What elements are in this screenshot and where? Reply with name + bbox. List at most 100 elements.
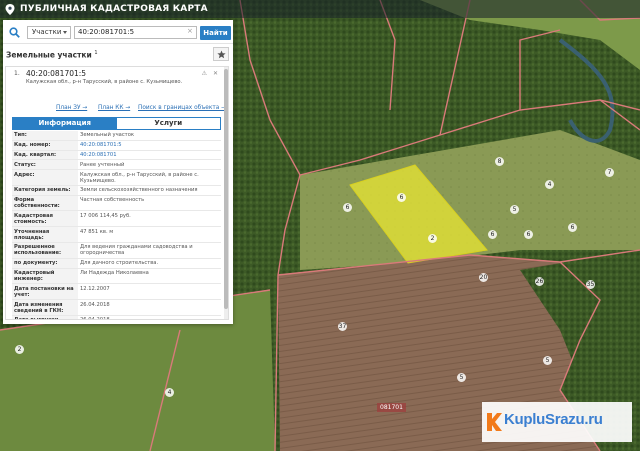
- info-value: Ли Надежда Николаевна: [78, 268, 221, 285]
- results-section-title-text: Земельные участки: [6, 50, 92, 60]
- parcel-label[interactable]: 2: [15, 345, 24, 354]
- info-value: Земельный участок: [78, 131, 221, 141]
- info-row: Дата постановки на учет: 12.12.2007: [12, 283, 221, 301]
- info-row: по документу: Для дачного строительства.: [12, 258, 221, 269]
- search-icon[interactable]: [6, 25, 22, 39]
- info-value: Для ведения гражданами садоводства и ого…: [78, 242, 221, 259]
- info-row: Уточненная площадь: 47 851 кв. м: [12, 226, 221, 244]
- scrollbar[interactable]: [224, 67, 228, 319]
- search-input[interactable]: 40:20:081701:5: [74, 26, 197, 39]
- parcel-label[interactable]: 7: [605, 168, 614, 177]
- parcel-label[interactable]: 20: [479, 273, 488, 282]
- info-row: Адрес: Калужская обл., р-н Тарусский, в р…: [12, 169, 221, 186]
- info-key: Категория земель:: [12, 185, 78, 196]
- result-tabs: Информация Услуги: [12, 117, 221, 130]
- parcel-label[interactable]: 2: [428, 234, 437, 243]
- info-key: Адрес:: [12, 169, 78, 186]
- info-key: Кадастровый инженер:: [12, 268, 78, 285]
- parcel-label[interactable]: 6: [397, 193, 406, 202]
- info-key: Разрешенное использование:: [12, 242, 78, 259]
- parcel-label[interactable]: 35: [586, 280, 595, 289]
- result-action-icons[interactable]: ⚠ ✕: [202, 70, 220, 77]
- cadastral-quarter-label: 081701: [377, 403, 406, 412]
- result-address: Калужская обл., р-н Тарусский, в районе …: [26, 79, 183, 85]
- parcel-label[interactable]: 6: [488, 230, 497, 239]
- info-value: 47 851 кв. м: [78, 226, 221, 244]
- info-key: Дата постановки на учет:: [12, 283, 78, 301]
- info-row: Кад. квартал: 40:20:081701: [12, 150, 221, 161]
- info-value[interactable]: 40:20:081701: [78, 150, 221, 161]
- parcel-label[interactable]: 4: [165, 388, 174, 397]
- watermark: KupluSrazu.ru: [482, 402, 632, 442]
- search-in-bounds-link[interactable]: Поиск в границах объекта →: [138, 105, 226, 111]
- parcel-label[interactable]: 37: [338, 322, 347, 331]
- results-section-title: Земельные участки 1: [6, 50, 98, 60]
- parcel-label[interactable]: 5: [543, 356, 552, 365]
- info-row: Кадастровый инженер: Ли Надежда Николаевн…: [12, 268, 221, 285]
- result-item[interactable]: 1. 40:20:081701:5 Калужская обл., р-н Та…: [6, 67, 224, 103]
- info-value: Земли сельскохозяйственного назначения: [78, 185, 221, 196]
- info-value: 17 006 114,45 руб.: [78, 210, 221, 228]
- parcel-label[interactable]: 5: [457, 373, 466, 382]
- result-list[interactable]: 1. 40:20:081701:5 Калужская обл., р-н Та…: [5, 66, 229, 320]
- info-key: Статус:: [12, 159, 78, 171]
- info-row: Разрешенное использование: Для ведения гр…: [12, 242, 221, 259]
- info-row: Тип: Земельный участок: [12, 131, 221, 141]
- plan-zu-link[interactable]: План ЗУ →: [56, 105, 87, 111]
- parcel-label[interactable]: 6: [524, 230, 533, 239]
- parcel-label[interactable]: 26: [535, 277, 544, 286]
- app-header: ПУБЛИЧНАЯ КАДАСТРОВАЯ КАРТА: [0, 0, 640, 18]
- info-value: Для дачного строительства.: [78, 258, 221, 269]
- info-table: Тип: Земельный участок Кад. номер: 40:20:08…: [12, 131, 221, 319]
- info-row: Статус: Ранее учтенный: [12, 159, 221, 171]
- search-panel: Участки 40:20:081701:5 × Найти Земельные…: [3, 20, 233, 324]
- info-key: Тип:: [12, 131, 78, 141]
- info-row: Категория земель: Земли сельскохозяйствен…: [12, 185, 221, 196]
- scrollbar-thumb[interactable]: [224, 69, 228, 309]
- watermark-text: KupluSrazu.ru: [504, 411, 603, 428]
- info-key: по документу:: [12, 258, 78, 269]
- info-row: Дата выгрузки сведений из ГКН:26.04.2018: [12, 315, 221, 319]
- search-type-select[interactable]: Участки: [27, 26, 71, 39]
- favorite-button[interactable]: [213, 47, 229, 61]
- info-value[interactable]: 40:20:081701:5: [78, 140, 221, 151]
- info-value: 26.04.2018: [78, 299, 221, 316]
- info-key: Дата изменения сведений в ГКН:: [12, 299, 78, 316]
- info-row: Дата изменения сведений в ГКН: 26.04.2018: [12, 299, 221, 316]
- info-key: Уточненная площадь:: [12, 226, 78, 244]
- tab-information[interactable]: Информация: [13, 118, 117, 129]
- info-key: Кадастровая стоимость:: [12, 210, 78, 228]
- parcel-label[interactable]: 8: [495, 157, 504, 166]
- info-value: 12.12.2007: [78, 283, 221, 301]
- parcel-label[interactable]: 4: [545, 180, 554, 189]
- parcel-label[interactable]: 6: [568, 223, 577, 232]
- chevron-down-icon: [63, 31, 67, 34]
- info-value: Калужская обл., р-н Тарусский, в районе …: [78, 169, 221, 186]
- info-key: Дата выгрузки сведений из ГКН:: [12, 315, 78, 319]
- info-value: Ранее учтенный: [78, 159, 221, 171]
- plan-kk-link[interactable]: План КК →: [98, 105, 130, 111]
- search-type-value: Участки: [32, 28, 62, 36]
- results-count: 1: [94, 50, 98, 56]
- search-bar: Участки 40:20:081701:5 × Найти: [3, 22, 233, 42]
- info-key: Кад. квартал:: [12, 150, 78, 161]
- info-key: Кад. номер:: [12, 140, 78, 151]
- info-key: Форма собственности:: [12, 195, 78, 212]
- star-icon: [216, 49, 226, 58]
- results-section-header: Земельные участки 1: [3, 43, 233, 66]
- result-links: План ЗУ → План КК → Поиск в границах объ…: [6, 105, 226, 114]
- result-cadastral-number[interactable]: 40:20:081701:5: [26, 69, 86, 78]
- result-index: 1.: [14, 70, 20, 77]
- clear-icon[interactable]: ×: [187, 27, 193, 35]
- watermark-logo-icon: [487, 413, 502, 431]
- info-row: Форма собственности: Частная собственност…: [12, 195, 221, 212]
- parcel-label[interactable]: 5: [510, 205, 519, 214]
- info-value: 26.04.2018: [78, 315, 221, 319]
- info-value: Частная собственность: [78, 195, 221, 212]
- map-pin-icon: [4, 3, 16, 15]
- info-row: Кадастровая стоимость: 17 006 114,45 руб.: [12, 210, 221, 228]
- parcel-label[interactable]: 6: [343, 203, 352, 212]
- app-title: ПУБЛИЧНАЯ КАДАСТРОВАЯ КАРТА: [20, 4, 208, 14]
- tab-services[interactable]: Услуги: [116, 118, 220, 129]
- find-button[interactable]: Найти: [200, 26, 231, 40]
